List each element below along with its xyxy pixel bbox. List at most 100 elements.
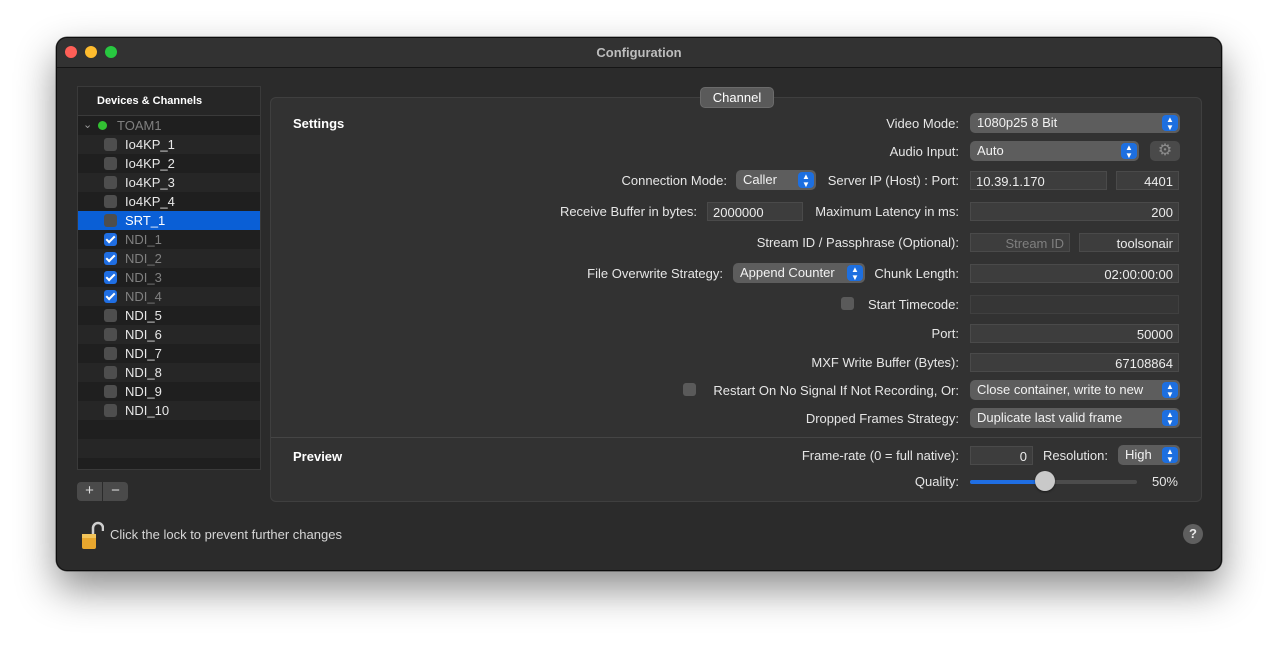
sidebar-item-ndi_5[interactable]: NDI_5 (78, 306, 260, 325)
enable-checkbox[interactable] (104, 271, 117, 284)
device-group-label: TOAM1 (117, 118, 162, 133)
stream-id-input[interactable]: Stream ID (970, 233, 1070, 252)
dropped-frames-value: Duplicate last valid frame (977, 410, 1123, 425)
sidebar-item-srt_1[interactable]: SRT_1 (78, 211, 260, 230)
section-divider (271, 437, 1201, 438)
video-mode-popup[interactable]: 1080p25 8 Bit ▲ ▼ (970, 113, 1180, 133)
start-timecode-input[interactable] (970, 295, 1179, 314)
start-timecode-checkbox[interactable] (841, 297, 854, 310)
sidebar-item-label: NDI_5 (125, 308, 162, 323)
chevron-updown-icon: ▲ ▼ (1162, 410, 1178, 427)
quality-slider-knob[interactable] (1035, 471, 1055, 491)
audio-input-popup[interactable]: Auto ▲ ▼ (970, 141, 1139, 161)
audio-input-label: Audio Input: (889, 144, 959, 159)
gear-icon[interactable]: ⚙ (1150, 141, 1180, 161)
overwrite-strategy-popup[interactable]: Append Counter ▲ ▼ (733, 263, 865, 283)
mxf-buffer-input[interactable]: 67108864 (970, 353, 1179, 372)
restart-strategy-popup[interactable]: Close container, write to new ▲ ▼ (970, 380, 1180, 400)
chunk-length-label: Chunk Length: (874, 266, 959, 281)
close-window-button[interactable] (65, 46, 77, 58)
enable-checkbox[interactable] (104, 347, 117, 360)
overwrite-strategy-value: Append Counter (740, 265, 835, 280)
max-latency-label: Maximum Latency in ms: (815, 204, 959, 219)
enable-checkbox[interactable] (104, 385, 117, 398)
zoom-window-button[interactable] (105, 46, 117, 58)
dropped-frames-popup[interactable]: Duplicate last valid frame ▲ ▼ (970, 408, 1180, 428)
server-ip-label: Server IP (Host) : Port: (827, 173, 959, 188)
chevron-updown-icon: ▲ ▼ (1162, 115, 1178, 132)
max-latency-input[interactable]: 200 (970, 202, 1179, 221)
title-bar: Configuration (57, 38, 1221, 68)
sidebar-item-ndi_7[interactable]: NDI_7 (78, 344, 260, 363)
passphrase-input[interactable]: toolsonair (1079, 233, 1179, 252)
overwrite-strategy-label: File Overwrite Strategy: (587, 266, 723, 281)
sidebar-item-io4kp_2[interactable]: Io4KP_2 (78, 154, 260, 173)
add-channel-button[interactable]: + (77, 482, 102, 501)
remove-channel-button[interactable]: − (102, 482, 128, 501)
quality-label: Quality: (914, 474, 959, 489)
enable-checkbox[interactable] (104, 404, 117, 417)
sidebar-item-label: Io4KP_1 (125, 137, 175, 152)
minimize-window-button[interactable] (85, 46, 97, 58)
sidebar-item-ndi_1[interactable]: NDI_1 (78, 230, 260, 249)
connection-mode-popup[interactable]: Caller ▲ ▼ (736, 170, 816, 190)
chevron-updown-icon: ▲ ▼ (1162, 447, 1178, 464)
chunk-length-input[interactable]: 02:00:00:00 (970, 264, 1179, 283)
add-remove-control: + − (77, 482, 128, 501)
video-mode-label: Video Mode: (886, 116, 959, 131)
unlocked-lock-icon[interactable] (82, 521, 104, 551)
devices-channels-list[interactable]: Devices & Channels ⌄ TOAM1 Io4KP_1 Io4KP_… (77, 86, 261, 470)
chevron-down-icon[interactable]: ⌄ (83, 116, 92, 135)
status-dot-icon (98, 121, 107, 130)
sidebar-item-ndi_2[interactable]: NDI_2 (78, 249, 260, 268)
enable-checkbox[interactable] (104, 176, 117, 189)
enable-checkbox[interactable] (104, 138, 117, 151)
restart-strategy-value: Close container, write to new (977, 382, 1144, 397)
dropped-frames-label: Dropped Frames Strategy: (805, 411, 959, 426)
framerate-input[interactable]: 0 (970, 446, 1033, 465)
sidebar-item-label: Io4KP_4 (125, 194, 175, 209)
sidebar-item-ndi_4[interactable]: NDI_4 (78, 287, 260, 306)
receive-buffer-label: Receive Buffer in bytes: (559, 204, 697, 219)
enable-checkbox[interactable] (104, 309, 117, 322)
sidebar-item-ndi_9[interactable]: NDI_9 (78, 382, 260, 401)
restart-no-signal-checkbox[interactable] (683, 383, 696, 396)
help-button[interactable]: ? (1183, 524, 1203, 544)
sidebar-item-label: Io4KP_2 (125, 156, 175, 171)
quality-slider-fill (970, 480, 1045, 484)
enable-checkbox[interactable] (104, 366, 117, 379)
stream-id-label: Stream ID / Passphrase (Optional): (756, 235, 959, 250)
video-mode-value: 1080p25 8 Bit (977, 115, 1058, 130)
empty-list-row (78, 420, 260, 439)
configuration-window: Configuration Devices & Channels ⌄ TOAM1… (56, 37, 1222, 571)
sidebar-item-label: NDI_2 (125, 251, 162, 266)
sidebar-item-io4kp_4[interactable]: Io4KP_4 (78, 192, 260, 211)
chevron-updown-icon: ▲ ▼ (1162, 382, 1178, 399)
server-ip-input[interactable]: 10.39.1.170 (970, 171, 1107, 190)
tab-channel[interactable]: Channel (700, 87, 774, 108)
resolution-popup[interactable]: High ▲ ▼ (1118, 445, 1180, 465)
enable-checkbox[interactable] (104, 214, 117, 227)
sidebar-item-label: SRT_1 (125, 213, 166, 228)
sidebar-item-ndi_10[interactable]: NDI_10 (78, 401, 260, 420)
sidebar-item-io4kp_1[interactable]: Io4KP_1 (78, 135, 260, 154)
enable-checkbox[interactable] (104, 328, 117, 341)
sidebar-item-ndi_3[interactable]: NDI_3 (78, 268, 260, 287)
lock-hint-text: Click the lock to prevent further change… (110, 527, 342, 542)
enable-checkbox[interactable] (104, 195, 117, 208)
sidebar-item-ndi_6[interactable]: NDI_6 (78, 325, 260, 344)
resolution-value: High (1125, 447, 1152, 462)
enable-checkbox[interactable] (104, 290, 117, 303)
device-group-toam1[interactable]: ⌄ TOAM1 (78, 116, 260, 135)
sidebar-item-ndi_8[interactable]: NDI_8 (78, 363, 260, 382)
connection-mode-label: Connection Mode: (621, 173, 727, 188)
enable-checkbox[interactable] (104, 252, 117, 265)
port-input[interactable]: 50000 (970, 324, 1179, 343)
receive-buffer-input[interactable]: 2000000 (707, 202, 803, 221)
enable-checkbox[interactable] (104, 233, 117, 246)
server-port-input[interactable]: 4401 (1116, 171, 1179, 190)
sidebar-item-label: NDI_6 (125, 327, 162, 342)
port-label: Port: (931, 326, 959, 341)
enable-checkbox[interactable] (104, 157, 117, 170)
sidebar-item-io4kp_3[interactable]: Io4KP_3 (78, 173, 260, 192)
